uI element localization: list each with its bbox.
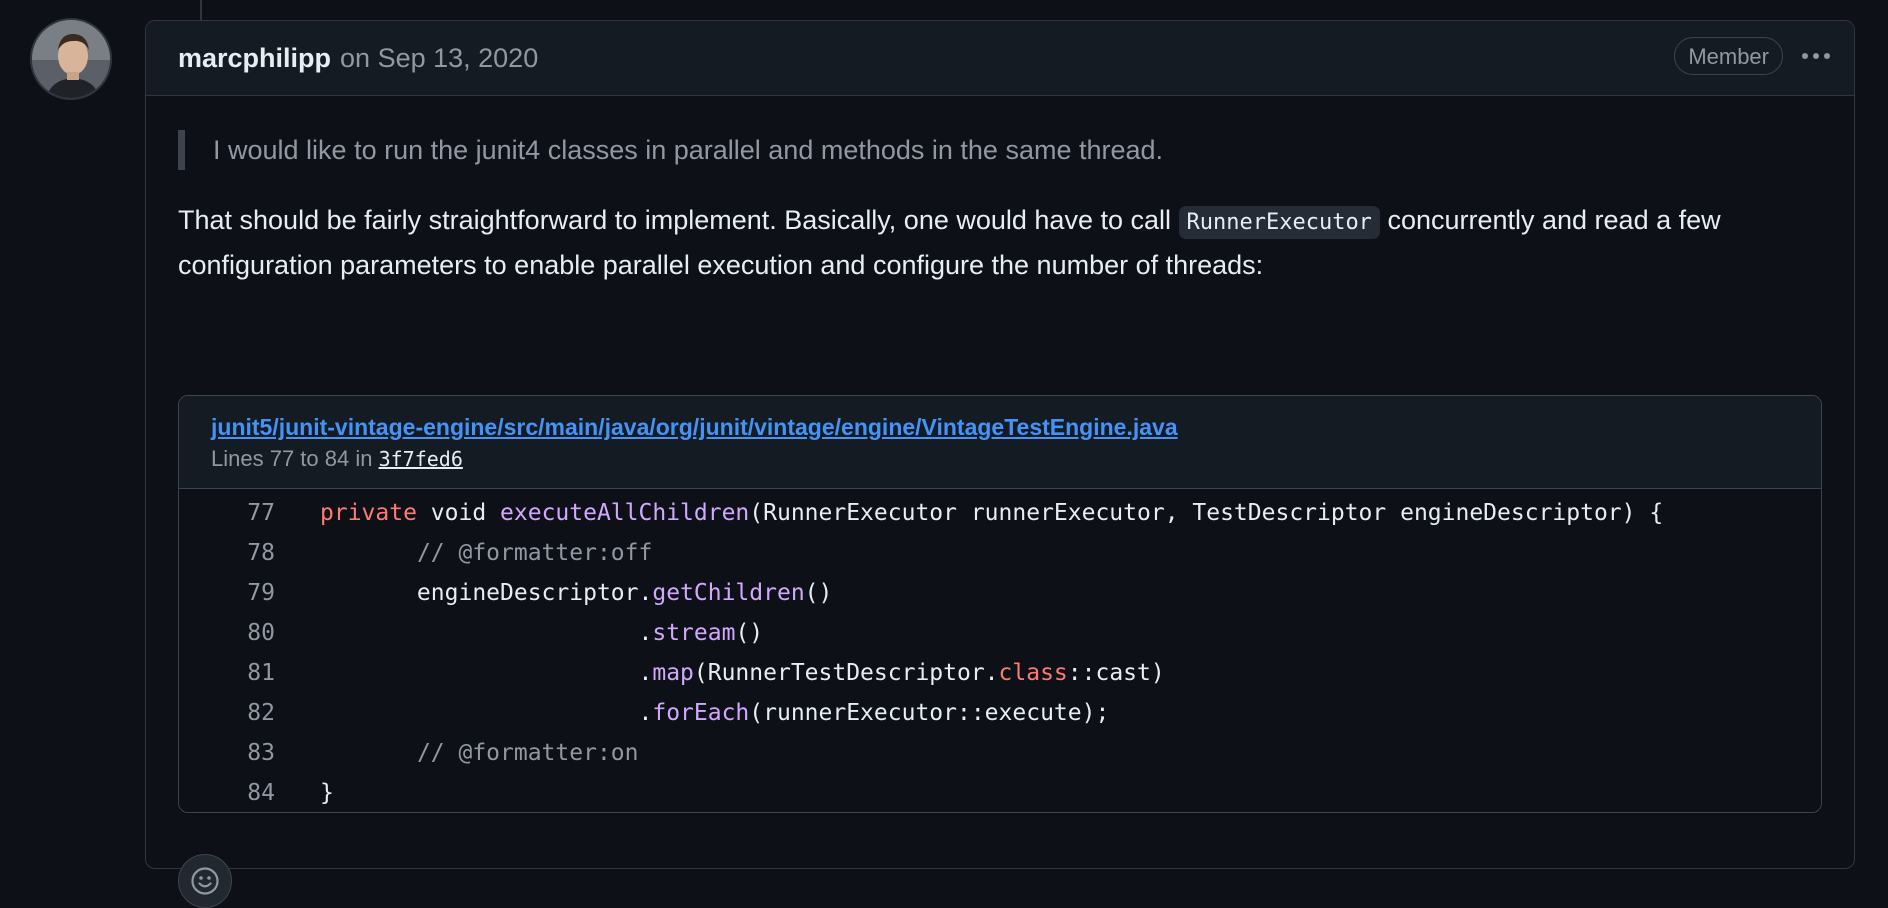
code-token: executeAllChildren <box>500 500 750 526</box>
line-number[interactable]: 77 <box>179 493 275 533</box>
author-link[interactable]: marcphilipp <box>178 43 331 73</box>
code-token: ::cast) <box>1067 660 1165 686</box>
code-line: 78 // @formatter:off <box>179 533 1821 573</box>
code-permalink-snippet: junit5/junit-vintage-engine/src/main/jav… <box>178 395 1822 813</box>
dot <box>1802 53 1808 59</box>
code-area: 77 private void executeAllChildren(Runner… <box>179 489 1821 812</box>
line-number[interactable]: 84 <box>179 773 275 812</box>
code-token: forEach <box>652 700 750 726</box>
member-badge: Member <box>1674 37 1783 75</box>
code-token: (runnerExecutor::execute); <box>749 700 1110 726</box>
file-path-link[interactable]: junit5/junit-vintage-engine/src/main/jav… <box>211 411 1178 443</box>
comment-header: marcphilipp on Sep 13, 2020 Member <box>146 21 1854 96</box>
line-number[interactable]: 78 <box>179 533 275 573</box>
comment-paragraph: That should be fairly straightforward to… <box>178 199 1828 286</box>
code-token: () <box>735 620 764 646</box>
code-content: // @formatter:off <box>275 533 652 573</box>
inline-code: RunnerExecutor <box>1178 206 1380 239</box>
code-token: class <box>998 660 1068 686</box>
code-token: map <box>652 660 694 686</box>
snippet-header: junit5/junit-vintage-engine/src/main/jav… <box>179 396 1821 489</box>
code-line: 80 .stream() <box>179 613 1821 653</box>
code-token: void <box>416 500 501 526</box>
code-token: (RunnerExecutor runnerExecutor, TestDesc… <box>749 500 1664 526</box>
lines-range-text: Lines 77 to 84 in <box>211 446 379 471</box>
code-token: engineDescriptor. <box>320 580 653 606</box>
code-token: () <box>804 580 833 606</box>
paragraph-text-start: That should be fairly straightforward to… <box>178 205 1179 235</box>
code-line: 84} <box>179 773 1821 812</box>
dot <box>1824 53 1830 59</box>
avatar-image <box>32 20 110 98</box>
line-number[interactable]: 82 <box>179 693 275 733</box>
code-line: 79 engineDescriptor.getChildren() <box>179 573 1821 613</box>
comment-card: marcphilipp on Sep 13, 2020 Member I woul… <box>145 20 1855 908</box>
code-token: (RunnerTestDescriptor. <box>693 660 999 686</box>
timeline-line <box>200 0 202 22</box>
comment-header-text: marcphilipp on Sep 13, 2020 <box>178 39 538 77</box>
code-token: private <box>320 500 417 526</box>
line-number[interactable]: 79 <box>179 573 275 613</box>
code-line: 77 private void executeAllChildren(Runner… <box>179 493 1821 533</box>
code-line: 83 // @formatter:on <box>179 733 1821 773</box>
code-content: .stream() <box>275 613 763 653</box>
line-number[interactable]: 83 <box>179 733 275 773</box>
dot <box>1813 53 1819 59</box>
code-token: stream <box>652 620 736 646</box>
code-line: 82 .forEach(runnerExecutor::execute); <box>179 693 1821 733</box>
commit-sha-link[interactable]: 3f7fed6 <box>379 447 463 471</box>
code-token: getChildren <box>652 580 805 606</box>
lines-info: Lines 77 to 84 in 3f7fed6 <box>211 443 1789 475</box>
code-token: } <box>320 780 334 806</box>
smiley-icon <box>191 867 219 895</box>
author-avatar[interactable] <box>30 18 112 100</box>
code-content: .forEach(runnerExecutor::execute); <box>275 693 1109 733</box>
code-content: } <box>275 773 334 812</box>
code-token: // @formatter:off <box>416 540 653 566</box>
line-number[interactable]: 81 <box>179 653 275 693</box>
code-token: . <box>320 700 653 726</box>
code-content: // @formatter:on <box>275 733 639 773</box>
code-line: 81 .map(RunnerTestDescriptor.class::cast… <box>179 653 1821 693</box>
line-number[interactable]: 80 <box>179 613 275 653</box>
code-content: .map(RunnerTestDescriptor.class::cast) <box>275 653 1165 693</box>
code-content: engineDescriptor.getChildren() <box>275 573 832 613</box>
code-token: // @formatter:on <box>416 740 639 766</box>
add-reaction-button[interactable] <box>178 854 232 908</box>
code-content: private void executeAllChildren(RunnerEx… <box>275 493 1663 533</box>
kebab-horizontal-icon[interactable] <box>1796 41 1836 71</box>
code-token: . <box>320 620 653 646</box>
blockquote: I would like to run the junit4 classes i… <box>178 130 1163 170</box>
comment-date[interactable]: on Sep 13, 2020 <box>340 43 538 73</box>
code-token: . <box>320 660 653 686</box>
